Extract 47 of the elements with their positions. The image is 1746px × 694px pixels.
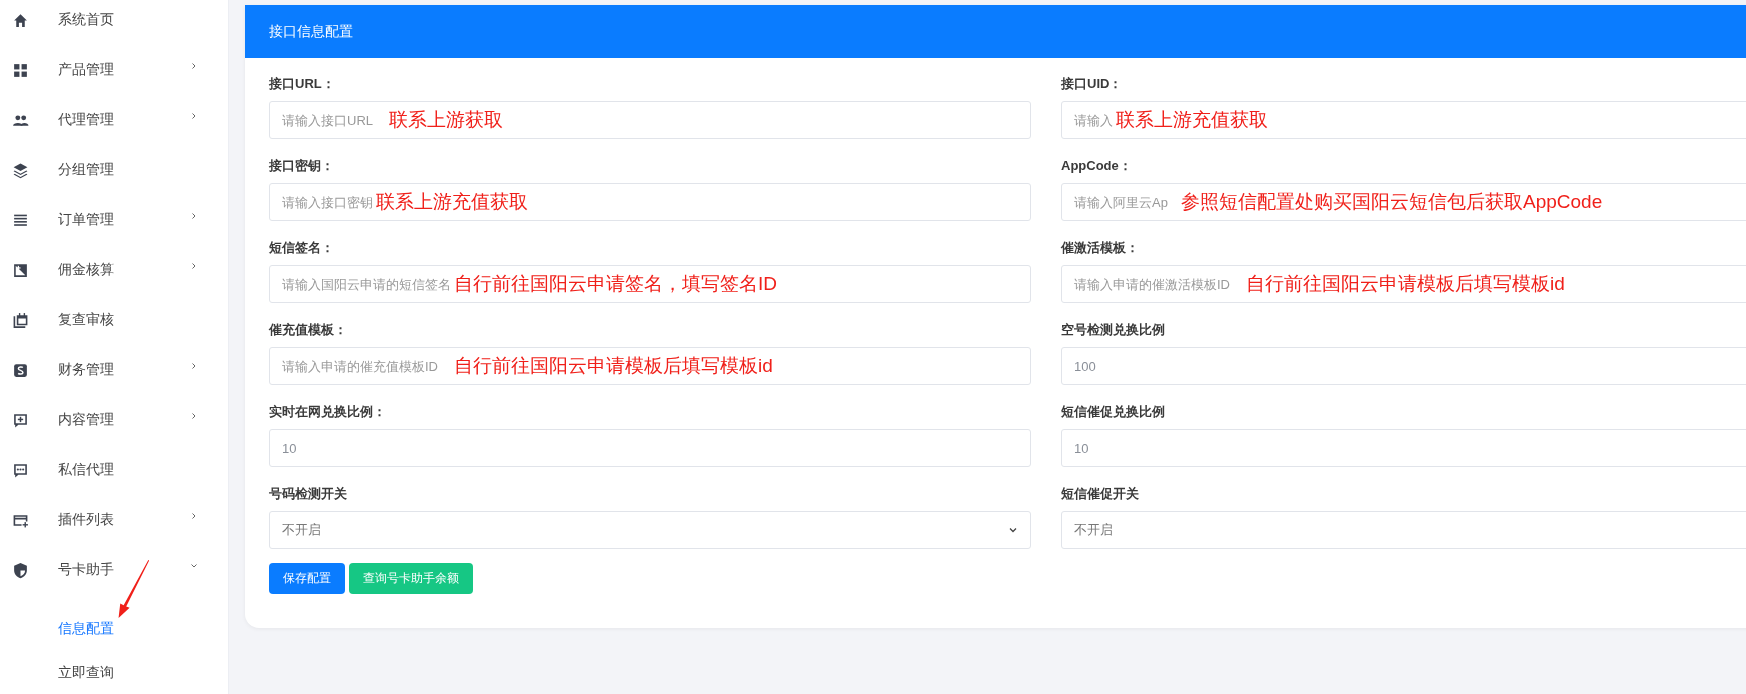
annotation-text: 联系上游充值获取 [1116,108,1268,132]
sidebar-item[interactable]: 分组管理 [0,145,228,195]
field-label: 短信催促兑换比例 [1061,403,1166,421]
card-title: 接口信息配置 [269,22,353,41]
annotation-text: 自行前往国阳云申请签名，填写签名ID [454,272,777,296]
annotation-text: 自行前往国阳云申请模板后填写模板id [454,354,773,378]
menu-item-icon [12,311,29,329]
submenu-item[interactable]: 信息配置 [16,607,114,651]
sidebar-item[interactable]: 号卡助手 [0,545,228,595]
select-field[interactable]: 不开启 [1061,511,1746,549]
annotation-text: 联系上游充值获取 [376,190,528,214]
field-label: 空号检测兑换比例 [1061,321,1166,339]
field-label: 短信签名： [269,239,335,257]
field-label: 催激活模板： [1061,239,1140,257]
field-label: 接口URL： [269,75,336,93]
sidebar-item[interactable]: 复查审核 [0,295,228,345]
sidebar-item[interactable]: 订单管理 [0,195,228,245]
menu-item-icon [12,361,29,379]
field-label: 接口UID： [1061,75,1124,93]
menu-item-icon [12,261,29,279]
field-label: 号码检测开关 [269,485,348,503]
annotation-text: 联系上游获取 [389,108,503,132]
menu-item-icon [12,161,29,179]
menu-item-icon [12,61,29,79]
sidebar-item[interactable]: 系统首页 [0,0,228,45]
button[interactable]: 保存配置 [269,563,345,594]
field-label: 短信催促开关 [1061,485,1140,503]
menu-item-icon [12,11,29,29]
field-label: 催充值模板： [269,321,348,339]
chevron-down-icon [1008,525,1018,535]
submenu-item[interactable]: 立即查询 [16,651,114,694]
menu-item-icon [12,461,29,479]
sidebar-item[interactable]: 私信代理 [0,445,228,495]
annotation-text: 自行前往国阳云申请模板后填写模板id [1246,272,1565,296]
sidebar-item[interactable]: 财务管理 [0,345,228,395]
sidebar-item[interactable]: 代理管理 [0,95,228,145]
select-field[interactable]: 不开启 [269,511,1031,549]
annotation-text: 参照短信配置处购买国阳云短信包后获取AppCode [1181,190,1603,214]
sidebar-item[interactable]: 内容管理 [0,395,228,445]
sidebar-item[interactable]: 佣金核算 [0,245,228,295]
sidebar-item[interactable]: 插件列表 [0,495,228,545]
field-label: AppCode： [1061,157,1133,175]
field-label: 接口密钥： [269,157,335,175]
field-label: 实时在网兑换比例： [269,403,387,421]
menu-item-icon [12,561,29,579]
sidebar-item[interactable]: 产品管理 [0,45,228,95]
menu-item-icon [12,411,29,429]
